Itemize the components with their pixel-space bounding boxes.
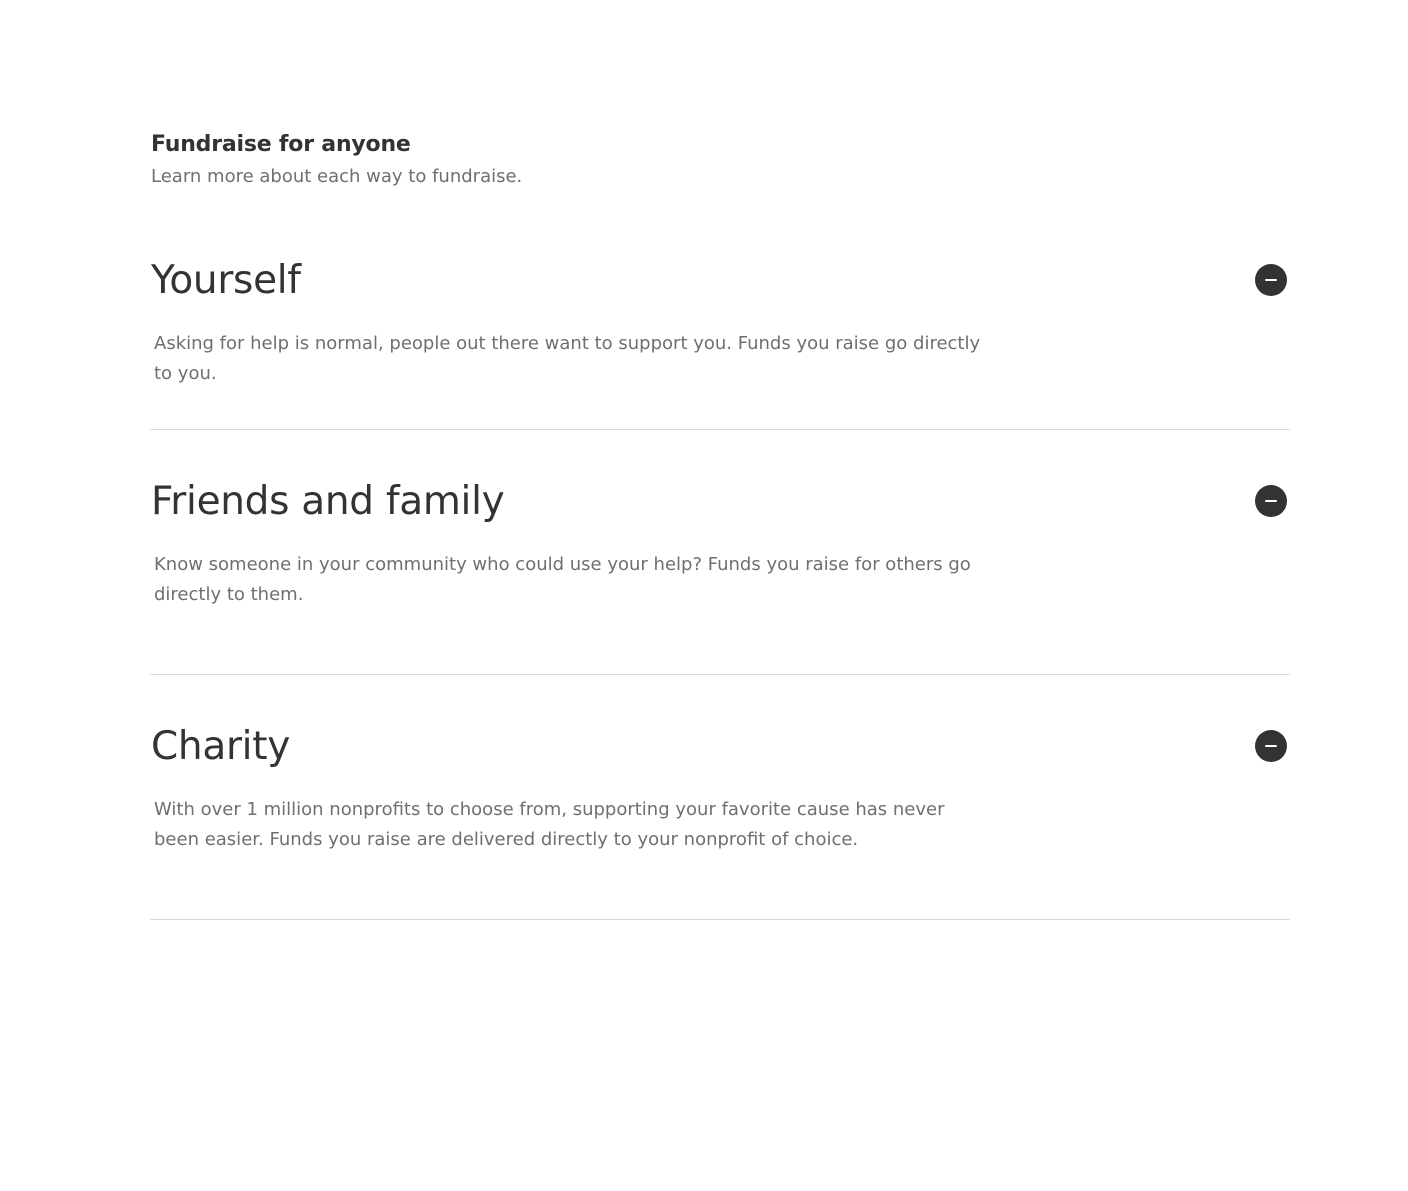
section-subtitle: Learn more about each way to fundraise.: [151, 166, 523, 187]
section-title: Fundraise for anyone: [151, 132, 411, 157]
accordion-item-charity: Charity With over 1 million nonprofits t…: [150, 716, 1290, 920]
minus-icon: [1265, 745, 1277, 747]
accordion-body-charity: With over 1 million nonprofits to choose…: [154, 799, 945, 850]
collapse-button-yourself[interactable]: [1255, 264, 1287, 296]
collapse-button-friends-and-family[interactable]: [1255, 485, 1287, 517]
accordion-body-friends-and-family: Know someone in your community who could…: [154, 554, 971, 605]
accordion-item-yourself: Yourself Asking for help is normal, peop…: [150, 250, 1290, 430]
minus-icon: [1265, 279, 1277, 281]
accordion-title-charity[interactable]: Charity: [151, 716, 290, 778]
accordion-body-yourself: Asking for help is normal, people out th…: [154, 333, 981, 384]
accordion-item-friends-and-family: Friends and family Know someone in your …: [150, 471, 1290, 675]
collapse-button-charity[interactable]: [1255, 730, 1287, 762]
accordion-title-yourself[interactable]: Yourself: [151, 250, 301, 312]
section-header: Fundraise for anyone Learn more about ea…: [151, 128, 1051, 192]
minus-icon: [1265, 500, 1277, 502]
accordion-title-friends-and-family[interactable]: Friends and family: [151, 471, 505, 533]
